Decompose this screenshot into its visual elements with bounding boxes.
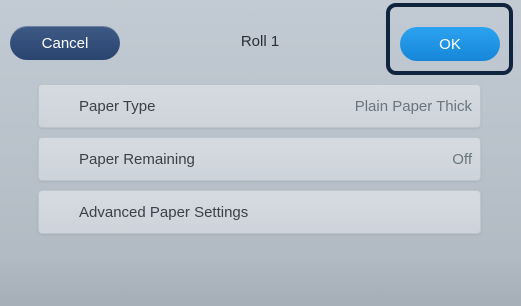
setting-label: Paper Type [79, 97, 156, 115]
setting-paper-remaining[interactable]: Paper Remaining Off [38, 137, 481, 181]
settings-list: Paper Type Plain Paper Thick Paper Remai… [38, 84, 481, 243]
setting-advanced-paper[interactable]: Advanced Paper Settings [38, 190, 481, 234]
header-bar: Cancel Roll 1 OK [0, 0, 521, 82]
setting-value: Off [452, 150, 472, 168]
setting-paper-type[interactable]: Paper Type Plain Paper Thick [38, 84, 481, 128]
setting-label: Paper Remaining [79, 150, 195, 168]
screen-title: Roll 1 [240, 33, 280, 50]
setting-value: Plain Paper Thick [354, 97, 472, 115]
cancel-button[interactable]: Cancel [10, 26, 120, 60]
setting-label: Advanced Paper Settings [79, 203, 249, 221]
bottom-area [0, 255, 521, 306]
paper-settings-screen: Cancel Roll 1 OK Paper Type Plain Paper … [0, 0, 521, 306]
ok-button[interactable]: OK [400, 27, 500, 61]
